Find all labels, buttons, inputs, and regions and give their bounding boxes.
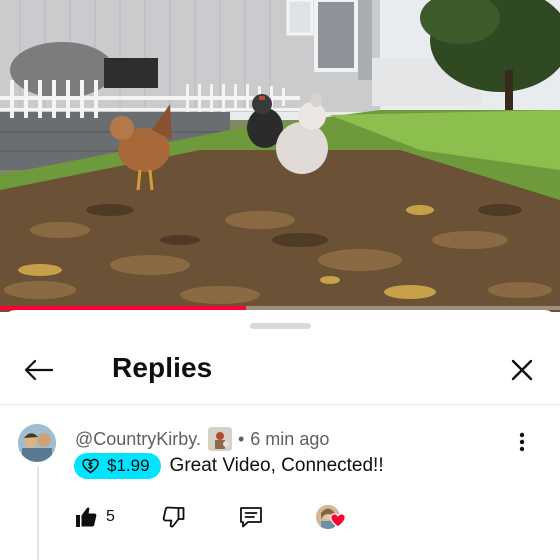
comment-meta: @CountryKirby. • 6 min ago (75, 427, 329, 451)
comment-actions: 5 (74, 502, 374, 532)
dislike-button[interactable] (162, 502, 186, 532)
comment-timestamp: 6 min ago (250, 428, 330, 449)
thumb-up-icon (76, 507, 97, 527)
avatar-image (18, 424, 56, 462)
close-button[interactable] (500, 348, 544, 392)
thread-line (37, 466, 39, 560)
creator-heart-icon (330, 513, 346, 528)
super-thanks-amount: $1.99 (107, 456, 150, 475)
comment-author-handle[interactable]: @CountryKirby. (75, 429, 201, 450)
dollar-heart-icon (82, 458, 99, 474)
thumb-down-icon (162, 506, 185, 528)
close-icon (511, 359, 533, 381)
sheet-header: Replies (0, 332, 560, 404)
comment: @CountryKirby. • 6 min ago $1.99 Great V… (0, 406, 560, 560)
comment-text: Great Video, Connected!! (169, 455, 384, 476)
more-vert-icon (519, 432, 525, 452)
member-badge-icon (207, 427, 232, 451)
creator-heart-button[interactable] (316, 502, 346, 532)
header-divider (0, 404, 560, 405)
comment-body: $1.99 Great Video, Connected!! (74, 453, 384, 479)
replies-sheet: Replies @CountryKirby. • 6 min ago $1.99… (0, 310, 560, 560)
video-player[interactable] (0, 0, 560, 312)
reply-button[interactable] (238, 502, 264, 532)
video-frame (0, 0, 560, 312)
reply-icon (240, 507, 262, 528)
avatar[interactable] (18, 424, 56, 462)
like-count: 5 (106, 508, 115, 525)
back-button[interactable] (16, 348, 60, 392)
more-options-button[interactable] (508, 428, 536, 456)
sheet-title: Replies (112, 352, 213, 383)
like-button[interactable]: 5 (74, 502, 115, 532)
meta-separator: • (237, 428, 245, 449)
arrow-left-icon (24, 359, 53, 381)
super-thanks-badge: $1.99 (74, 453, 161, 479)
sheet-drag-handle[interactable] (250, 323, 311, 329)
